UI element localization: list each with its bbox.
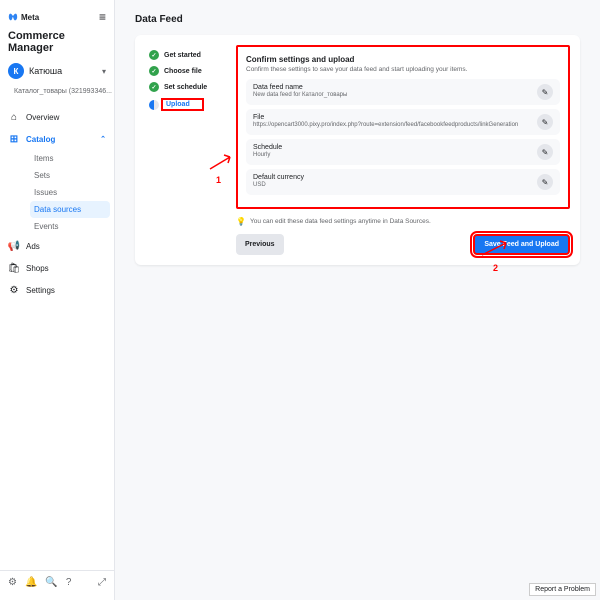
edit-feed-name-button[interactable]: ✎ (537, 84, 553, 100)
sidebar: Meta ≡ Commerce Manager К Катюша ▾ Катал… (0, 0, 115, 600)
megaphone-icon: 📢 (8, 240, 20, 252)
step-upload[interactable]: Upload (149, 95, 226, 114)
grid-icon (8, 85, 9, 97)
chevron-down-icon: ▾ (102, 67, 106, 76)
menu-toggle-icon[interactable]: ≡ (99, 10, 106, 24)
brand: Meta (8, 12, 39, 22)
field-schedule: Schedule Hourly ✎ (246, 139, 560, 165)
help-icon[interactable]: ? (66, 577, 72, 588)
step-list: ✓Get started ✓Choose file ✓Set schedule … (145, 45, 230, 255)
page-title: Data Feed (135, 14, 580, 25)
field-feed-name: Data feed name New data feed for Каталог… (246, 79, 560, 105)
annotation-arrow-1 (208, 153, 234, 171)
check-icon: ✓ (149, 82, 159, 92)
sidebar-footer: ⚙ 🔔 🔍 ? ⤢ (0, 570, 114, 594)
annotation-arrow-2 (480, 239, 510, 257)
meta-logo-icon (8, 12, 18, 22)
field-file: File https://opencart3000.pixy.pro/index… (246, 109, 560, 135)
nav-shops[interactable]: 🛍 Shops (0, 257, 114, 279)
catalog-name: Каталог_товары (321993346... (14, 88, 112, 95)
expand-icon[interactable]: ⤢ (98, 577, 106, 588)
step-choose-file[interactable]: ✓Choose file (149, 63, 226, 79)
subnav-events[interactable]: Events (26, 218, 114, 235)
account-selector[interactable]: К Катюша ▾ (0, 60, 114, 82)
step-get-started[interactable]: ✓Get started (149, 47, 226, 63)
upload-panel: Confirm settings and upload Confirm thes… (230, 45, 570, 255)
nav-ads[interactable]: 📢 Ads (0, 235, 114, 257)
hint-text: 💡 You can edit these data feed settings … (236, 217, 570, 226)
catalog-icon: ⊞ (8, 133, 20, 145)
nav-catalog[interactable]: ⊞ Catalog ⌃ (0, 128, 114, 150)
app-title: Commerce Manager (0, 28, 114, 60)
edit-file-button[interactable]: ✎ (537, 114, 553, 130)
shop-icon: 🛍 (8, 262, 20, 274)
previous-button[interactable]: Previous (236, 234, 284, 255)
report-problem-button[interactable]: Report a Problem (529, 583, 596, 596)
catalog-selector[interactable]: Каталог_товары (321993346... ▾ (0, 82, 114, 100)
check-icon: ✓ (149, 50, 159, 60)
home-icon: ⌂ (8, 111, 20, 123)
nav-settings[interactable]: ⚙ Settings (0, 279, 114, 301)
chevron-up-icon: ⌃ (100, 135, 106, 143)
bell-icon[interactable]: 🔔 (25, 577, 37, 588)
gear-icon: ⚙ (8, 284, 20, 296)
check-icon: ✓ (149, 66, 159, 76)
edit-currency-button[interactable]: ✎ (537, 174, 553, 190)
data-feed-card: ✓Get started ✓Choose file ✓Set schedule … (135, 35, 580, 265)
avatar: К (8, 63, 24, 79)
annotation-1: 1 (216, 175, 221, 185)
step-set-schedule[interactable]: ✓Set schedule (149, 79, 226, 95)
nav: ⌂ Overview ⊞ Catalog ⌃ Items Sets Issues… (0, 106, 114, 570)
panel-desc: Confirm these settings to save your data… (246, 66, 560, 73)
progress-icon (149, 100, 159, 110)
subnav-sets[interactable]: Sets (26, 167, 114, 184)
gear-icon[interactable]: ⚙ (8, 577, 17, 588)
annotation-2: 2 (493, 263, 498, 273)
subnav-data-sources[interactable]: Data sources (30, 201, 110, 218)
field-currency: Default currency USD ✎ (246, 169, 560, 195)
account-name: Катюша (29, 66, 62, 76)
brand-text: Meta (21, 13, 39, 22)
edit-schedule-button[interactable]: ✎ (537, 144, 553, 160)
main-content: Data Feed ✓Get started ✓Choose file ✓Set… (115, 0, 600, 600)
bulb-icon: 💡 (236, 217, 246, 226)
panel-title: Confirm settings and upload (246, 55, 560, 64)
nav-overview[interactable]: ⌂ Overview (0, 106, 114, 128)
subnav-issues[interactable]: Issues (26, 184, 114, 201)
search-icon[interactable]: 🔍 (45, 577, 57, 588)
subnav-items[interactable]: Items (26, 150, 114, 167)
